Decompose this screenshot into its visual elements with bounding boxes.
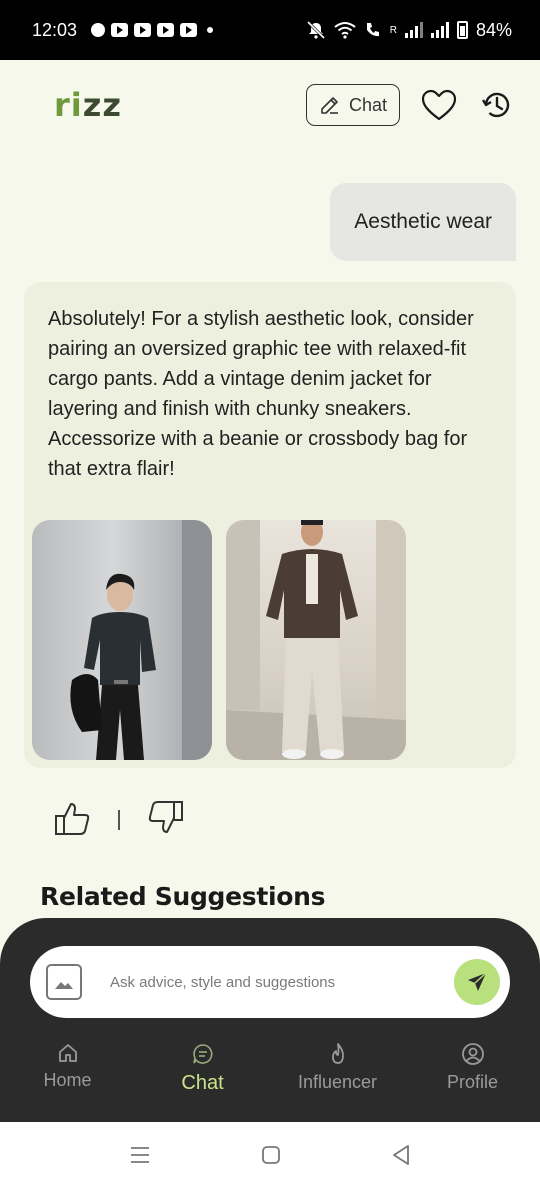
nav-label-chat: Chat — [181, 1072, 224, 1094]
nav-item-home[interactable]: Home — [0, 1040, 135, 1122]
wifi-icon — [334, 22, 356, 39]
outfit-photo-2 — [226, 520, 406, 760]
nav-label-influencer: Influencer — [297, 1072, 378, 1092]
home-nav-icon[interactable] — [261, 1145, 281, 1165]
chat-input-bar — [30, 946, 510, 1018]
image-upload-button[interactable] — [46, 964, 82, 1000]
recent-apps-icon[interactable] — [129, 1145, 151, 1165]
history-button[interactable] — [478, 86, 516, 124]
nav-label-profile: Profile — [446, 1072, 499, 1092]
system-nav-bar — [0, 1122, 540, 1188]
network-type-label: R — [389, 24, 397, 36]
nav-label-home: Home — [43, 1070, 92, 1090]
nav-item-profile[interactable]: Profile — [405, 1040, 540, 1122]
battery-icon — [456, 21, 468, 39]
chat-notification-icon — [91, 23, 106, 37]
battery-percentage: 84% — [475, 19, 512, 40]
bottom-nav: Home Chat Influencer Profile — [0, 1040, 540, 1122]
bot-response-card: Absolutely! For a stylish aesthetic look… — [24, 282, 516, 768]
flame-icon — [331, 1043, 344, 1064]
youtube-notification-icon — [111, 23, 129, 37]
bot-response-text: Absolutely! For a stylish aesthetic look… — [48, 308, 474, 480]
nav-item-chat[interactable]: Chat — [135, 1040, 270, 1122]
header-actions: Chat — [305, 84, 516, 126]
bottom-panel: Home Chat Influencer Profile — [0, 918, 540, 1122]
outfit-image-2[interactable] — [226, 520, 406, 760]
signal-1-icon — [404, 22, 423, 38]
nav-item-influencer[interactable]: Influencer — [270, 1040, 405, 1122]
send-button[interactable] — [454, 959, 500, 1005]
chat-icon — [192, 1044, 212, 1064]
chat-button-label: Chat — [348, 94, 387, 115]
outfit-photo-1 — [70, 520, 212, 760]
status-bar: 12:03 R 84% — [0, 0, 540, 60]
profile-icon — [461, 1043, 484, 1065]
youtube-notification-icon — [157, 23, 175, 37]
feedback-divider — [118, 810, 120, 830]
thumbs-down-icon — [148, 801, 183, 833]
back-icon[interactable] — [391, 1144, 411, 1166]
feedback-row — [52, 798, 186, 842]
wifi-calling-icon — [366, 23, 379, 37]
youtube-notification-icon — [134, 23, 152, 37]
more-notifications-dot — [207, 27, 214, 33]
favorites-button[interactable] — [420, 86, 458, 124]
outfit-image-1[interactable] — [32, 520, 212, 760]
thumbs-down-button[interactable] — [146, 798, 186, 842]
send-icon — [468, 972, 487, 991]
chat-input-field[interactable] — [110, 973, 454, 991]
edit-icon — [321, 97, 338, 114]
thumbs-up-icon — [55, 803, 90, 835]
signal-2-icon — [430, 22, 449, 38]
status-indicators: R 84% — [306, 20, 512, 41]
youtube-notification-icon — [180, 23, 198, 37]
status-time: 12:03 — [32, 19, 78, 40]
user-message-bubble: Aesthetic wear — [330, 183, 516, 261]
thumbs-up-button[interactable] — [52, 798, 92, 842]
heart-icon — [421, 89, 457, 121]
notification-icons — [91, 23, 214, 37]
app-header: rizz Chat — [0, 60, 540, 150]
new-chat-button[interactable]: Chat — [305, 84, 400, 126]
history-icon — [481, 92, 510, 118]
app-logo: rizz — [54, 86, 122, 124]
home-icon — [58, 1044, 77, 1062]
mute-icon — [306, 20, 325, 40]
related-suggestions-heading: Related Suggestions — [40, 882, 326, 911]
image-icon — [55, 982, 73, 989]
